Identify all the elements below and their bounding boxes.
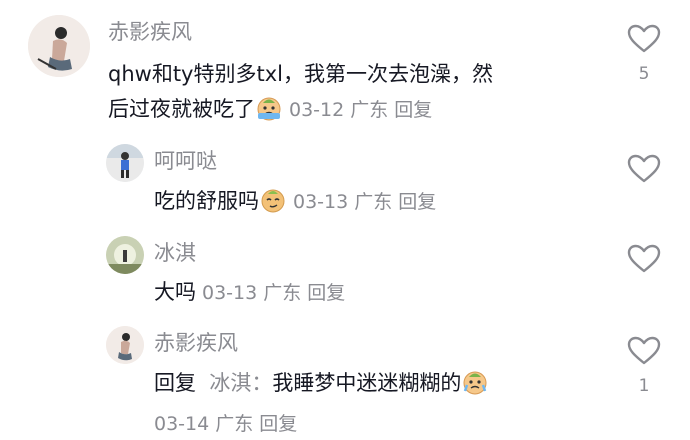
comment-date: 03-14 xyxy=(154,413,210,435)
reply-prefix: 回复 xyxy=(154,371,196,395)
like-button[interactable] xyxy=(624,154,664,184)
comment-text: 大吗 03-13 广东 回复 xyxy=(154,275,351,310)
comment-text: 吃的舒服吗 03-13 广东 回复 xyxy=(154,184,442,219)
comment-text-line2: 后过夜就被吃了 03-12 广东 回复 xyxy=(108,92,438,127)
comment-text-content: 我睡梦中迷迷糊糊的 xyxy=(272,371,462,395)
comment-text: 回复 冰淇：我睡梦中迷迷糊糊的 xyxy=(154,366,489,400)
comment-text-continuation: 后过夜就被吃了 xyxy=(108,97,255,121)
avatar[interactable] xyxy=(106,236,144,274)
username[interactable]: 冰淇 xyxy=(154,240,196,266)
like-count: 5 xyxy=(638,64,650,84)
crying-face-icon xyxy=(257,97,281,121)
comment-date: 03-12 xyxy=(289,99,345,121)
username[interactable]: 赤影疾风 xyxy=(108,19,192,45)
username[interactable]: 呵呵哒 xyxy=(154,148,217,174)
heart-icon xyxy=(627,154,661,183)
avatar[interactable] xyxy=(106,144,144,182)
smirk-face-icon xyxy=(261,189,285,213)
reply-item: 呵呵哒 吃的舒服吗 03-13 广东 回复 xyxy=(0,140,690,230)
username[interactable]: 赤影疾风 xyxy=(154,330,238,356)
reply-button[interactable]: 回复 xyxy=(394,99,432,121)
reply-item: 赤影疾风 回复 冰淇：我睡梦中迷迷糊糊的 03-14 广东 回复 1 xyxy=(0,320,690,440)
heart-icon xyxy=(627,336,661,365)
comment-meta: 03-14 广东 回复 xyxy=(154,406,303,440)
comment-item: 赤影疾风 qhw和ty特别多txl，我第一次去泡澡，然 后过夜就被吃了 03-12… xyxy=(0,0,690,140)
comment-text: qhw和ty特别多txl，我第一次去泡澡，然 xyxy=(108,57,493,91)
reply-button[interactable]: 回复 xyxy=(259,413,297,435)
avatar[interactable] xyxy=(106,326,144,364)
heart-icon xyxy=(627,24,661,53)
heart-icon xyxy=(627,244,661,273)
comment-text-line1: qhw和ty特别多txl，我第一次去泡澡，然 xyxy=(108,62,493,86)
reply-button[interactable]: 回复 xyxy=(398,191,436,213)
reply-button[interactable]: 回复 xyxy=(307,282,345,304)
like-count: 1 xyxy=(638,376,650,396)
reply-item: 冰淇 大吗 03-13 广东 回复 xyxy=(0,230,690,320)
comment-location: 广东 xyxy=(354,191,393,213)
comment-location: 广东 xyxy=(215,413,254,435)
comment-date: 03-13 xyxy=(293,191,349,213)
comment-location: 广东 xyxy=(263,282,302,304)
crying-face-icon xyxy=(463,371,487,395)
comment-text-content: 大吗 xyxy=(154,280,196,304)
like-button[interactable]: 1 xyxy=(624,336,664,396)
comment-text-content: 吃的舒服吗 xyxy=(154,189,259,213)
like-button[interactable] xyxy=(624,244,664,274)
reply-target-username[interactable]: 冰淇： xyxy=(209,371,272,395)
comment-location: 广东 xyxy=(350,99,389,121)
comment-date: 03-13 xyxy=(202,282,258,304)
like-button[interactable]: 5 xyxy=(624,24,664,84)
avatar[interactable] xyxy=(28,15,90,77)
